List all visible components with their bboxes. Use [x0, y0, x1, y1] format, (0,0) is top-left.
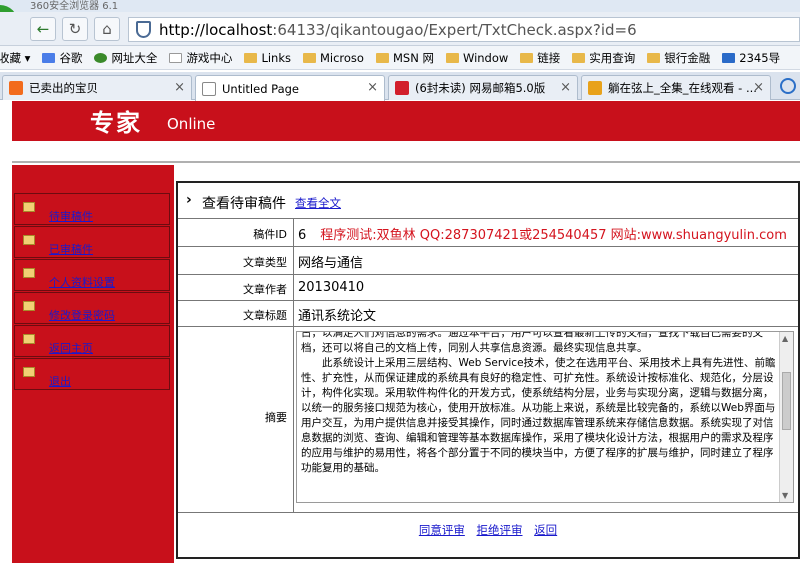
back-link[interactable]: 返回 [534, 523, 557, 537]
row-id: 稿件ID 6 程序测试:双鱼林 QQ:287307421或254540457 网站… [178, 219, 798, 247]
sidebar-link[interactable]: 退出 [49, 373, 71, 389]
sidebar-link[interactable]: 修改登录密码 [49, 307, 115, 323]
id-value: 6 [298, 228, 307, 243]
scroll-up-icon[interactable]: ▲ [782, 334, 788, 343]
tab-bar: 已卖出的宝贝 × Untitled Page × (6封未读) 网易邮箱5.0版… [0, 72, 800, 101]
url-host: http://localhost [159, 20, 273, 39]
mail-icon [395, 81, 409, 95]
folder-icon [23, 202, 35, 212]
field-label: 稿件ID [178, 219, 294, 246]
folder-icon [23, 268, 35, 278]
close-icon[interactable]: × [560, 80, 571, 95]
favorites-bar: 收藏 ▾ 谷歌 网址大全 游戏中心 Links Microso MSN 网 Wi… [0, 46, 800, 70]
main-content: › 查看待审稿件 查看全文 稿件ID 6 程序测试:双鱼林 QQ:28730742… [174, 163, 800, 563]
sidebar-link[interactable]: 待审稿件 [49, 208, 93, 224]
folder-icon [23, 334, 35, 344]
window-titlebar: 360安全浏览器 6.1 [0, 0, 800, 12]
tab-163-mail[interactable]: (6封未读) 网易邮箱5.0版 × [388, 75, 578, 100]
review-heading: 查看待审稿件 [202, 196, 286, 212]
fav-tools[interactable]: 实用查询 [572, 50, 635, 66]
review-heading-row: › 查看待审稿件 查看全文 [178, 183, 798, 219]
home-icon[interactable]: ⌂ [94, 17, 120, 41]
scroll-thumb[interactable] [782, 372, 791, 430]
tab-video[interactable]: 躺在弦上_全集_在线观看 - ... × [581, 75, 771, 100]
action-links: 同意评审 拒绝评审 返回 [178, 514, 798, 544]
close-icon[interactable]: × [367, 80, 378, 95]
navigation-bar: ← ↻ ⌂ http://localhost:64133/qikantougao… [0, 12, 800, 46]
site-subtitle: Online [167, 115, 216, 133]
refresh-icon[interactable]: ↻ [62, 17, 88, 41]
sidebar: 待审稿件 已审稿件 个人资料设置 修改登录密码 返回主页 退出 [12, 165, 174, 563]
fav-msn[interactable]: MSN 网 [375, 50, 434, 66]
author-value: 20130410 [298, 280, 365, 295]
reject-review-link[interactable]: 拒绝评审 [477, 523, 523, 537]
fav-links[interactable]: Links [244, 51, 291, 65]
type-value: 网络与通信 [298, 256, 364, 271]
fav-games[interactable]: 游戏中心 [169, 50, 232, 66]
fav-2345[interactable]: 2345导 [722, 50, 780, 66]
page-icon [202, 81, 216, 96]
field-label: 文章作者 [178, 275, 294, 300]
folder-icon [23, 301, 35, 311]
fav-bank[interactable]: 银行金融 [647, 50, 710, 66]
fav-google[interactable]: 谷歌 [42, 50, 82, 66]
folder-icon [23, 367, 35, 377]
field-label: 文章类型 [178, 247, 294, 274]
arrow-right-icon: › [186, 192, 192, 208]
address-bar[interactable]: http://localhost:64133/qikantougao/Exper… [128, 17, 800, 42]
tab-untitled[interactable]: Untitled Page × [195, 75, 385, 101]
row-title: 文章标题 通讯系统论文 [178, 301, 798, 327]
abstract-textarea[interactable]: 占，以满足人们对信息的需求。通过本平台，用户可以查看最新上传的文档，查找下载自己… [296, 331, 794, 503]
taobao-icon [9, 81, 23, 95]
favorites-menu[interactable]: 收藏 ▾ [0, 50, 30, 66]
abstract-paragraph: 此系统设计上采用三层结构、Web Service技术，使之在选用平台、采用技术上… [301, 357, 776, 474]
sidebar-item-pending[interactable]: 待审稿件 [14, 193, 170, 225]
folder-icon [23, 235, 35, 245]
sidebar-item-logout[interactable]: 退出 [14, 358, 170, 390]
row-type: 文章类型 网络与通信 [178, 247, 798, 275]
sidebar-link[interactable]: 已审稿件 [49, 241, 93, 257]
abstract-paragraph: 占，以满足人们对信息的需求。通过本平台，用户可以查看最新上传的文档，查找下载自己… [301, 331, 763, 354]
scrollbar[interactable]: ▲ ▼ [779, 332, 793, 502]
site-header: 专家 Online [12, 101, 800, 141]
security-shield-icon[interactable] [136, 21, 151, 38]
new-tab-icon[interactable] [780, 78, 796, 94]
row-author: 文章作者 20130410 [178, 275, 798, 301]
video-site-icon [588, 81, 602, 95]
window-title: 360安全浏览器 6.1 [30, 1, 119, 12]
url-path: :64133/qikantougao/Expert/TxtCheck.aspx?… [272, 20, 637, 39]
fav-links-cn[interactable]: 链接 [520, 50, 560, 66]
tab-taobao[interactable]: 已卖出的宝贝 × [2, 75, 192, 100]
scroll-down-icon[interactable]: ▼ [782, 491, 788, 500]
sidebar-link[interactable]: 个人资料设置 [49, 274, 115, 290]
sidebar-item-reviewed[interactable]: 已审稿件 [14, 226, 170, 258]
field-label: 摘要 [178, 327, 294, 512]
sidebar-item-profile[interactable]: 个人资料设置 [14, 259, 170, 291]
header-divider [12, 141, 800, 163]
sidebar-link[interactable]: 返回主页 [49, 340, 93, 356]
approve-review-link[interactable]: 同意评审 [419, 523, 465, 537]
field-label: 文章标题 [178, 301, 294, 326]
fav-hao[interactable]: 网址大全 [94, 50, 157, 66]
close-icon[interactable]: × [753, 80, 764, 95]
site-title: 专家 [90, 108, 142, 137]
close-icon[interactable]: × [174, 80, 185, 95]
review-table: › 查看待审稿件 查看全文 稿件ID 6 程序测试:双鱼林 QQ:28730742… [176, 181, 800, 559]
sidebar-item-home[interactable]: 返回主页 [14, 325, 170, 357]
fav-windows[interactable]: Window [445, 51, 508, 65]
promo-text: 程序测试:双鱼林 QQ:287307421或254540457 网站:www.s… [320, 228, 787, 243]
sidebar-item-password[interactable]: 修改登录密码 [14, 292, 170, 324]
title-value: 通讯系统论文 [298, 309, 377, 324]
back-icon[interactable]: ← [30, 17, 56, 41]
view-full-link[interactable]: 查看全文 [295, 195, 341, 211]
row-abstract: 摘要 占，以满足人们对信息的需求。通过本平台，用户可以查看最新上传的文档，查找下… [178, 327, 798, 513]
fav-microsoft[interactable]: Microso [302, 51, 364, 65]
